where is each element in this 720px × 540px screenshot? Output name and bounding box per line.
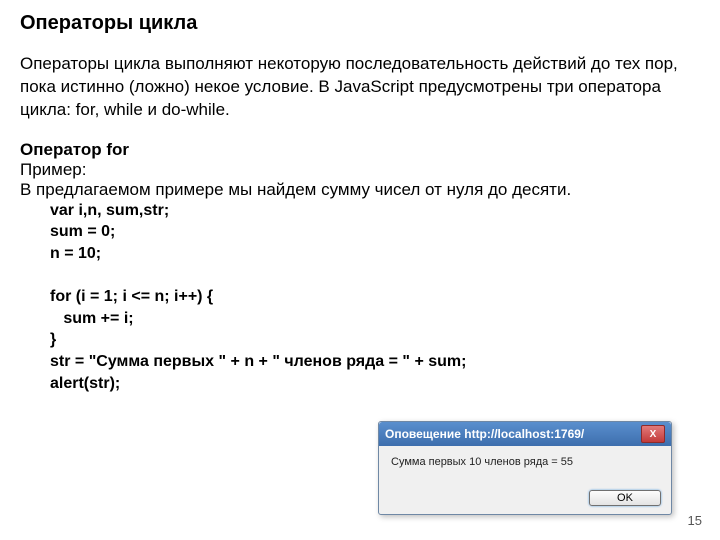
- close-icon: X: [650, 429, 657, 440]
- alert-message: Сумма первых 10 членов ряда = 55: [379, 446, 671, 490]
- alert-titlebar: Оповещение http://localhost:1769/ X: [379, 422, 671, 446]
- alert-title: Оповещение http://localhost:1769/: [385, 427, 584, 441]
- slide-title: Операторы цикла: [20, 12, 700, 35]
- section-heading: Оператор for: [20, 140, 129, 159]
- close-button[interactable]: X: [641, 425, 665, 443]
- alert-dialog: Оповещение http://localhost:1769/ X Сумм…: [378, 421, 672, 515]
- example-label: Пример:: [20, 160, 87, 179]
- ok-button[interactable]: OK: [589, 490, 661, 506]
- intro-paragraph: Операторы цикла выполняют некоторую посл…: [20, 53, 700, 122]
- example-description: В предлагаемом примере мы найдем сумму ч…: [20, 180, 571, 199]
- page-number: 15: [688, 513, 702, 528]
- code-block: var i,n, sum,str; sum = 0; n = 10; for (…: [50, 200, 700, 394]
